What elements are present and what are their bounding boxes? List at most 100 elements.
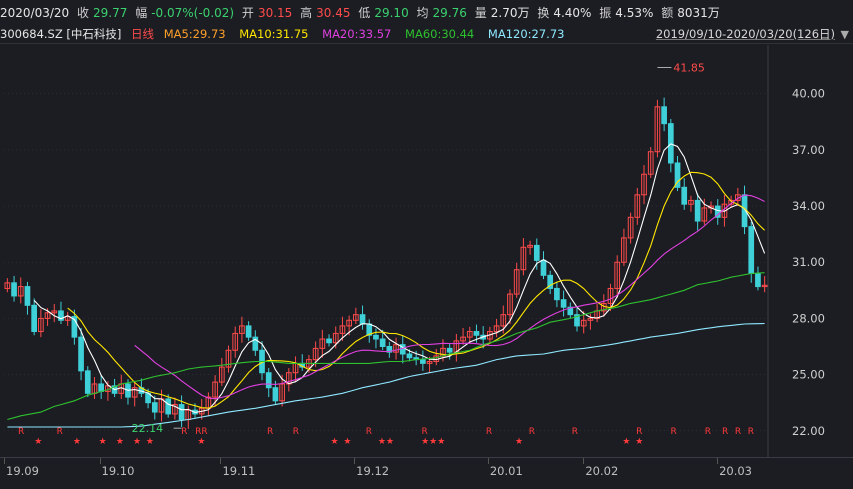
quote-header: 2020/03/20 收 29.77 幅 -0.07%(-0.02) 开 30.15 … [0,0,853,26]
turnover-value: 4.40% [553,6,592,20]
high-value: 30.45 [316,6,351,20]
volume-value: 2.70万 [490,6,530,20]
signal-r-mark: R [705,427,711,437]
signal-star-icon: ★ [330,437,338,447]
candle-body [78,336,84,372]
y-tick-label: 37.00 [792,143,825,157]
signal-r-mark: R [572,427,578,437]
x-axis: 19.09 19.10 19.11 19.12 20.01 20.02 20.03 [0,457,853,489]
change-label: 幅 [135,6,148,20]
candle-body [446,347,453,353]
candle-body [406,353,413,359]
x-tick [4,458,5,464]
candle-body [11,282,17,297]
x-tick-label: 20.02 [585,464,619,478]
x-tick [354,458,356,464]
ma10-legend: MA10:31.75 [239,27,309,41]
min-value-label: 22.14 [132,422,164,435]
candle-body [473,331,480,336]
amount-label: 额 [661,6,674,20]
x-tick [487,458,489,464]
period-label[interactable]: 日线 [131,27,154,41]
y-tick-label: 31.00 [792,255,825,269]
ma5-legend: MA5:29.73 [163,27,226,41]
candle-body [694,199,701,222]
x-tick-label: 20.03 [719,464,752,478]
y-tick-label: 22.00 [792,424,825,438]
signal-r-mark: RR [195,427,208,437]
signal-r-mark: R [57,427,63,437]
signal-star-icon: ★ [146,437,154,447]
x-tick [717,458,719,464]
candle-body [24,286,31,306]
ma120-legend: MA120:27.73 [487,27,565,41]
x-tick-label: 20.01 [489,464,523,478]
candle-body [560,299,567,308]
candle-body [178,404,185,421]
signal-r-mark: R [181,427,187,437]
candle-body [245,325,252,338]
signal-r-mark: R [529,427,535,437]
candle-body [98,383,105,392]
triangle-down-icon[interactable]: ▼ [841,28,849,41]
candle-body [165,398,172,415]
amount-value: 8031万 [677,6,720,20]
signal-r-mark: R [267,427,273,437]
date-range-selector[interactable]: 2019/09/10-2020/03/20(126日) [656,26,835,42]
ma20-line [134,194,765,400]
candle-body [420,359,426,364]
signal-r-mark: R [735,427,741,437]
candle-body [359,314,366,325]
candle-body [748,226,755,274]
ma20-legend: MA20:33.57 [322,27,392,41]
signal-r-mark: R [293,427,299,437]
avg-label: 均 [416,6,429,20]
ma60-legend: MA60:30.44 [405,27,475,41]
quote-date: 2020/03/20 [0,6,70,20]
candle-body [373,334,379,340]
signal-star-icon: ★ [73,437,81,447]
signal-r-mark: R [18,427,24,437]
candle-body [540,259,547,276]
signal-star-icon: ★ [635,437,643,447]
signal-r-mark: R [421,427,427,437]
signal-r-mark: R [748,427,754,437]
turnover-label: 换 [537,6,550,20]
signal-star-icon: ★ [343,437,351,447]
candle-body [667,123,674,164]
x-tick-label: 19.10 [101,464,135,478]
max-value-label: 41.85 [673,61,705,74]
signal-r-mark: R [722,427,728,437]
candle-body [554,287,560,301]
amplitude-label: 振 [599,6,612,20]
volume-label: 量 [474,6,487,20]
signal-star-icon: ★ [197,437,205,447]
amplitude-value: 4.53% [615,6,654,20]
candle-body [265,372,272,389]
signal-star-icon: ★ [116,437,124,447]
signal-star-icon: ★★★ [421,437,445,447]
candle-body [272,387,279,402]
close-label: 收 [77,6,90,20]
change-value: -0.07%(-0.02) [151,6,235,20]
y-tick-label: 25.00 [792,368,825,382]
low-value: 29.10 [374,6,409,20]
signal-star-icon: ★ [622,437,630,447]
y-tick-label: 40.00 [792,87,825,101]
x-tick-label: 19.09 [6,464,39,478]
signal-star-icon: ★ [34,437,42,447]
signal-r-mark: R [636,427,642,437]
signal-star-icon: ★ [515,437,523,447]
low-label: 低 [358,6,371,20]
avg-value: 29.76 [432,6,467,20]
y-tick-label: 28.00 [792,311,825,325]
symbol-label[interactable]: 300684.SZ [中石科技] [0,27,121,41]
signal-r-mark: R [486,427,492,437]
open-label: 开 [241,6,254,20]
kline-chart[interactable]: 40.00 37.00 34.00 31.00 28.00 25.00 22.00 41.85… [0,0,853,488]
candle-body [533,244,540,261]
candle-body [326,338,332,344]
candle-body [31,304,38,333]
candle-body [84,370,91,394]
x-tick [99,458,101,464]
